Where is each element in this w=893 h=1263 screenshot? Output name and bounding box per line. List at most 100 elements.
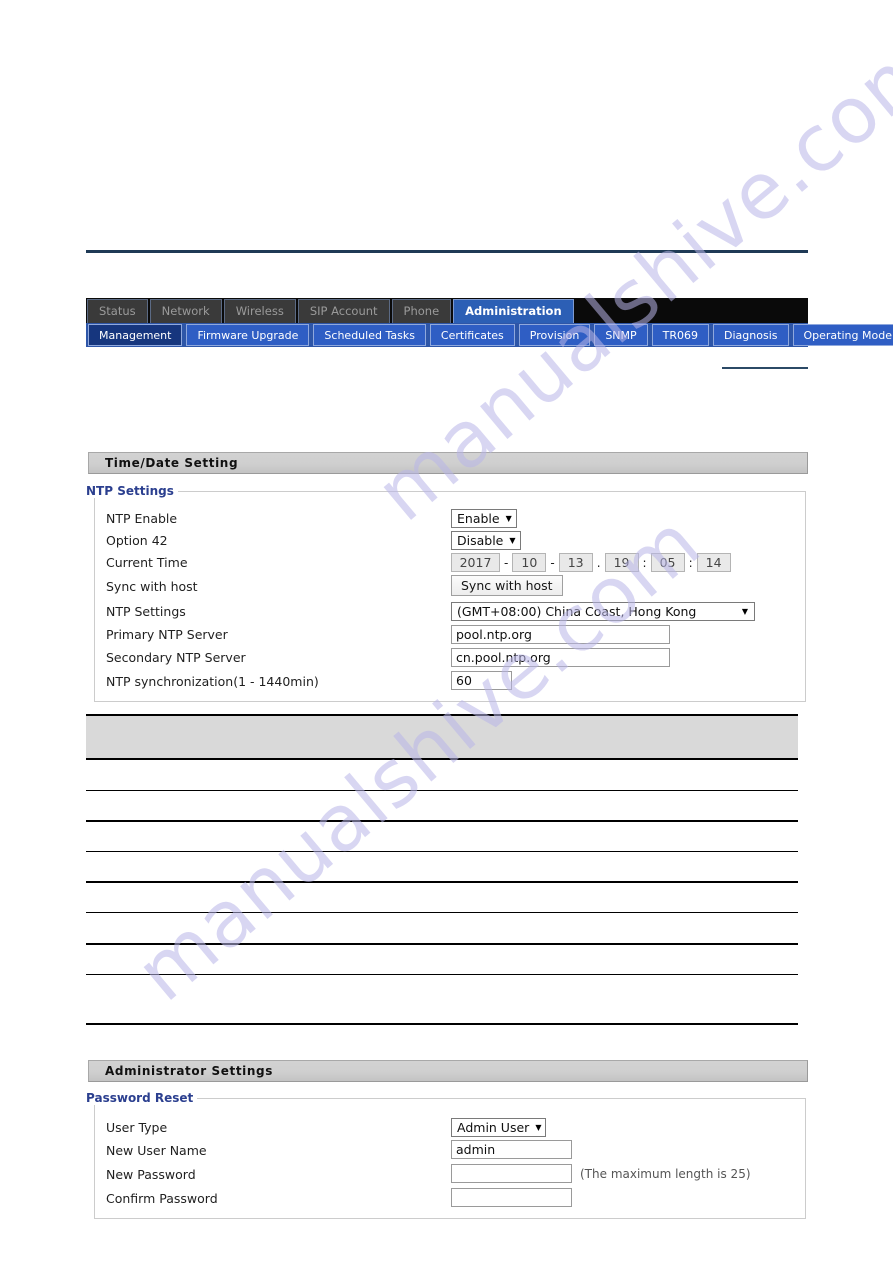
control-new-password: (The maximum length is 25) xyxy=(451,1164,751,1183)
table-row xyxy=(86,945,798,974)
control-option-42: Disable ▼ xyxy=(451,531,521,550)
primary-ntp-server-input[interactable]: pool.ntp.org xyxy=(451,625,670,644)
timezone-select[interactable]: (GMT+08:00) China Coast, Hong Kong ▼ xyxy=(451,602,755,621)
administrator-section-title: Administrator Settings xyxy=(105,1064,273,1078)
main-tab-bar: Status Network Wireless SIP Account Phon… xyxy=(86,298,808,323)
row-ntp-enable: NTP Enable xyxy=(106,511,177,526)
label-option-42: Option 42 xyxy=(106,533,168,548)
date-separator-1: - xyxy=(504,555,509,570)
label-new-user-name: New User Name xyxy=(106,1143,207,1158)
control-secondary-ntp-server: cn.pool.ntp.org xyxy=(451,648,670,667)
time-separator-2: : xyxy=(688,555,693,570)
time-date-section-title: Time/Date Setting xyxy=(105,456,239,470)
row-ntp-sync-interval: NTP synchronization(1 - 1440min) xyxy=(106,674,319,689)
row-timezone: NTP Settings xyxy=(106,604,186,619)
confirm-password-input[interactable] xyxy=(451,1188,572,1207)
page-header-rule xyxy=(86,250,808,253)
ntp-enable-value: Enable xyxy=(457,511,500,526)
chevron-down-icon: ▼ xyxy=(741,606,748,616)
control-confirm-password xyxy=(451,1188,572,1207)
user-type-select[interactable]: Admin User ▼ xyxy=(451,1118,547,1137)
row-new-password: New Password xyxy=(106,1167,196,1182)
label-timezone: NTP Settings xyxy=(106,604,186,619)
table-row xyxy=(86,913,798,943)
row-new-user-name: New User Name xyxy=(106,1143,207,1158)
tab-phone[interactable]: Phone xyxy=(391,299,452,323)
table-row xyxy=(86,975,798,1023)
tab-status[interactable]: Status xyxy=(87,299,148,323)
user-type-value: Admin User xyxy=(457,1120,530,1135)
row-option-42: Option 42 xyxy=(106,533,168,548)
current-time-hour-field[interactable]: 19 xyxy=(604,553,639,572)
ntp-sync-interval-input[interactable]: 60 xyxy=(451,671,512,690)
timezone-value: (GMT+08:00) China Coast, Hong Kong xyxy=(457,604,697,619)
table-header-row xyxy=(86,716,798,758)
table-row xyxy=(86,852,798,881)
chevron-down-icon: ▼ xyxy=(509,535,516,545)
chevron-down-icon: ▼ xyxy=(535,1122,542,1132)
ntp-enable-select[interactable]: Enable ▼ xyxy=(451,509,517,528)
row-primary-ntp-server: Primary NTP Server xyxy=(106,627,228,642)
subtab-diagnosis[interactable]: Diagnosis xyxy=(713,324,789,346)
tab-administration[interactable]: Administration xyxy=(453,299,574,323)
new-password-hint: (The maximum length is 25) xyxy=(580,1166,751,1181)
current-time-second-field[interactable]: 14 xyxy=(696,553,731,572)
row-confirm-password: Confirm Password xyxy=(106,1191,218,1206)
option-42-value: Disable xyxy=(457,533,504,548)
navigation-tabs: Status Network Wireless SIP Account Phon… xyxy=(86,298,893,347)
chevron-down-icon: ▼ xyxy=(505,513,512,523)
control-user-type: Admin User ▼ xyxy=(451,1118,547,1137)
subtab-operating-mode[interactable]: Operating Mode xyxy=(792,324,893,346)
table-row xyxy=(86,822,798,851)
sub-tab-bar: Management Firmware Upgrade Scheduled Ta… xyxy=(86,323,893,347)
datetime-separator: . xyxy=(596,555,601,570)
row-user-type: User Type xyxy=(106,1120,167,1135)
control-new-user-name: admin xyxy=(451,1140,572,1159)
tab-sip-account[interactable]: SIP Account xyxy=(297,299,390,323)
subtab-firmware-upgrade[interactable]: Firmware Upgrade xyxy=(186,324,310,346)
subtab-tr069[interactable]: TR069 xyxy=(651,324,710,346)
time-date-section-header: Time/Date Setting xyxy=(88,452,808,474)
table-bottom-border xyxy=(86,1023,798,1025)
label-secondary-ntp-server: Secondary NTP Server xyxy=(106,650,246,665)
tab-network[interactable]: Network xyxy=(149,299,222,323)
ntp-settings-legend: NTP Settings xyxy=(86,484,178,498)
tab-wireless[interactable]: Wireless xyxy=(223,299,296,323)
password-reset-legend: Password Reset xyxy=(86,1091,198,1105)
control-timezone: (GMT+08:00) China Coast, Hong Kong ▼ xyxy=(451,602,755,621)
option-42-select[interactable]: Disable ▼ xyxy=(451,531,521,550)
control-sync-with-host: Sync with host xyxy=(451,575,563,596)
label-sync-with-host: Sync with host xyxy=(106,579,198,594)
current-time-year-field[interactable]: 2017 xyxy=(451,553,500,572)
table-row xyxy=(86,760,798,790)
new-password-input[interactable] xyxy=(451,1164,572,1183)
secondary-ntp-server-input[interactable]: cn.pool.ntp.org xyxy=(451,648,670,667)
subtab-management[interactable]: Management xyxy=(88,324,183,346)
subtab-scheduled-tasks[interactable]: Scheduled Tasks xyxy=(313,324,426,346)
nav-underline-accent xyxy=(722,367,808,369)
time-separator-1: : xyxy=(642,555,647,570)
row-secondary-ntp-server: Secondary NTP Server xyxy=(106,650,246,665)
label-new-password: New Password xyxy=(106,1167,196,1182)
subtab-provision[interactable]: Provision xyxy=(518,324,591,346)
new-user-name-input[interactable]: admin xyxy=(451,1140,572,1159)
control-primary-ntp-server: pool.ntp.org xyxy=(451,625,670,644)
subtab-snmp[interactable]: SNMP xyxy=(594,324,648,346)
current-time-month-field[interactable]: 10 xyxy=(512,553,547,572)
label-user-type: User Type xyxy=(106,1120,168,1135)
administrator-section-header: Administrator Settings xyxy=(88,1060,808,1082)
table-row xyxy=(86,883,798,912)
label-ntp-enable: NTP Enable xyxy=(106,511,178,526)
subtab-certificates[interactable]: Certificates xyxy=(429,324,515,346)
control-ntp-sync-interval: 60 xyxy=(451,671,512,690)
current-time-minute-field[interactable]: 05 xyxy=(650,553,685,572)
current-time-day-field[interactable]: 13 xyxy=(558,553,593,572)
label-confirm-password: Confirm Password xyxy=(106,1191,218,1206)
control-ntp-enable: Enable ▼ xyxy=(451,509,517,528)
row-sync-with-host: Sync with host xyxy=(106,579,198,594)
ntp-settings-panel xyxy=(94,491,806,702)
label-primary-ntp-server: Primary NTP Server xyxy=(106,627,228,642)
sync-with-host-button[interactable]: Sync with host xyxy=(451,575,563,596)
control-current-time: 2017 - 10 - 13 . 19 : 05 : 14 xyxy=(451,553,731,572)
table-row xyxy=(86,791,798,820)
